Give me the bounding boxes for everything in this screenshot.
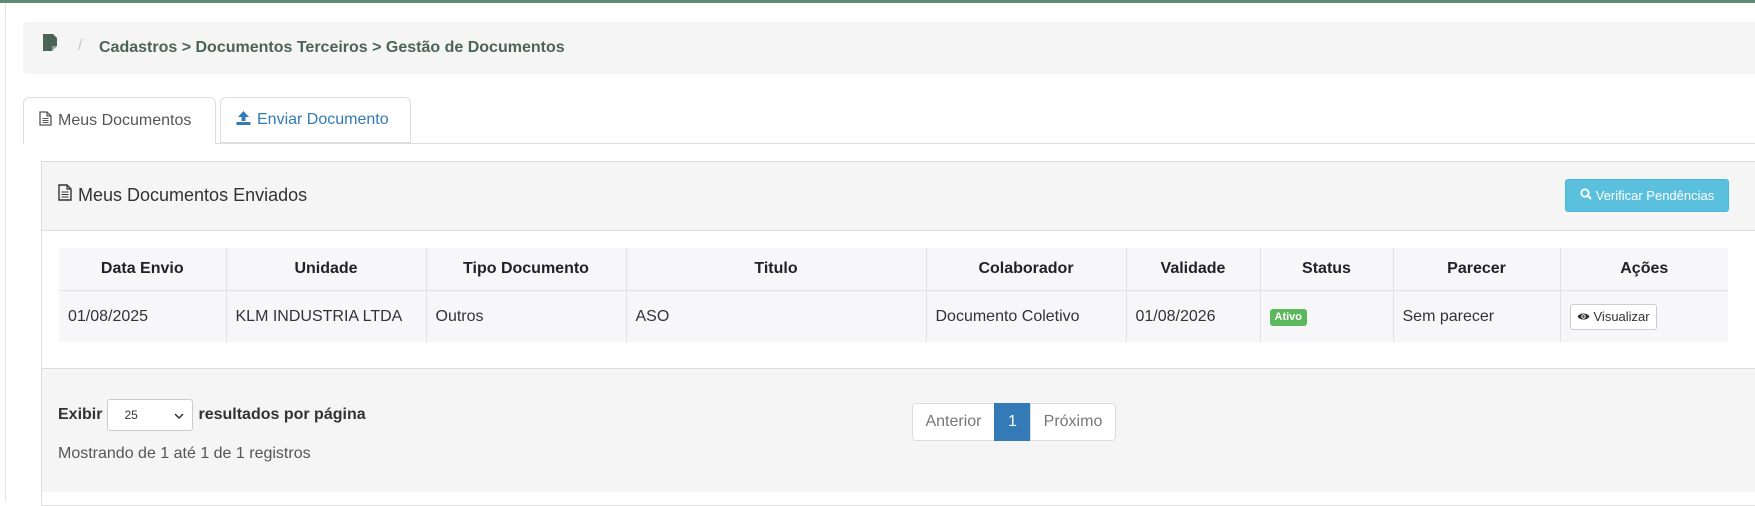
cell-acoes: Visualizar [1560,291,1728,343]
eye-icon [1577,309,1590,324]
chevron-down-icon [174,408,184,422]
per-page-label: resultados por página [198,406,366,423]
cell-status: Ativo [1260,290,1394,342]
file-text-icon [58,184,72,206]
cell-parecer: Sem parecer [1393,290,1561,342]
cell-unidade: KLM INDUSTRIA LTDA [226,290,427,342]
left-border-line [5,3,6,502]
view-button[interactable]: Visualizar [1569,303,1657,330]
column-header[interactable]: Titulo [626,248,927,291]
column-header: Ações [1560,248,1728,291]
status-badge: Ativo [1269,309,1307,326]
column-header[interactable]: Validade [1126,248,1261,291]
show-label: Exibir [58,406,103,423]
verify-pending-label: Verificar Pendências [1595,188,1715,203]
page-size-control: Exibir 25 resultados por página [58,399,366,431]
pagination-page-current[interactable]: 1 [994,403,1031,441]
cell-colaborador: Documento Coletivo [926,290,1127,342]
tab-label: Meus Documentos [58,111,192,129]
upload-icon [236,110,251,130]
column-header[interactable]: Unidade [226,248,427,291]
cell-titulo: ASO [626,290,927,342]
cell-data-envio: 01/08/2025 [59,290,227,342]
panel-title-text: Meus Documentos Enviados [78,184,308,205]
table-row: 01/08/2025 KLM INDUSTRIA LTDA Outros ASO… [59,290,1728,343]
column-header[interactable]: Tipo Documento [426,248,627,291]
breadcrumb-path[interactable]: Cadastros > Documentos Terceiros > Gestã… [99,39,565,57]
top-accent-line [0,0,1755,3]
column-header[interactable]: Data Envio [59,248,227,291]
column-header[interactable]: Status [1260,248,1394,291]
cell-tipo-documento: Outros [426,290,627,342]
cell-validade: 01/08/2026 [1126,290,1261,342]
pagination-next[interactable]: Próximo [1030,403,1116,441]
pagination: Anterior 1 Próximo [912,403,1116,441]
pagination-previous[interactable]: Anterior [912,403,995,441]
file-text-icon [39,110,52,131]
tabs-divider [23,143,1755,144]
column-header[interactable]: Parecer [1393,248,1561,291]
panel-header: Meus Documentos Enviados Verificar Pendê… [42,162,1755,231]
breadcrumb: / Cadastros > Documentos Terceiros > Ges… [23,22,1755,74]
panel-footer: Exibir 25 resultados por página Mostrand… [42,368,1755,492]
search-icon [1580,188,1592,203]
view-button-label: Visualizar [1593,309,1650,324]
tab-label: Enviar Documento [257,111,389,128]
tab-meus-documentos[interactable]: Meus Documentos [23,97,216,144]
records-summary: Mostrando de 1 até 1 de 1 registros [58,445,311,462]
breadcrumb-separator: / [78,37,83,54]
column-header[interactable]: Colaborador [926,248,1127,291]
page-size-select[interactable]: 25 [107,399,194,431]
document-icon [42,33,58,53]
table-header-row: Data Envio Unidade Tipo Documento Titulo… [59,248,1728,291]
tab-enviar-documento[interactable]: Enviar Documento [220,97,411,143]
panel-title: Meus Documentos Enviados [58,184,307,206]
documents-table: Data Envio Unidade Tipo Documento Titulo… [59,248,1728,342]
verify-pending-button[interactable]: Verificar Pendências [1565,179,1729,212]
documents-panel: Meus Documentos Enviados Verificar Pendê… [41,161,1755,506]
page-size-value: 25 [124,408,138,422]
